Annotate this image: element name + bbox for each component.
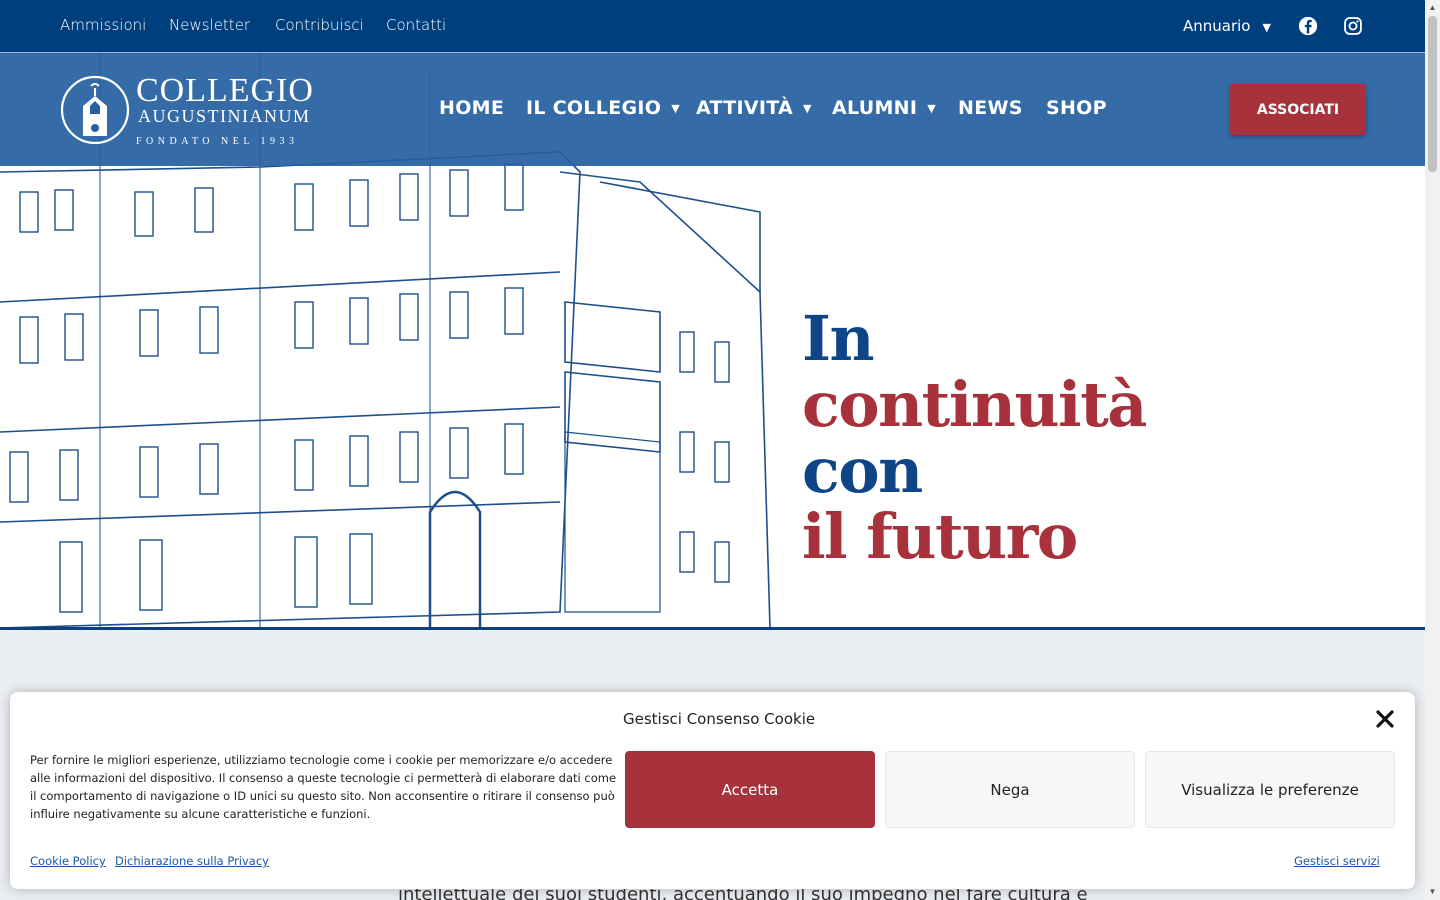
facebook-icon[interactable] <box>1298 16 1318 36</box>
nav-attivita-label: ATTIVITÀ <box>696 97 794 119</box>
link-ammissioni[interactable]: Ammissioni <box>60 16 146 34</box>
hero-title: In continuità con il futuro <box>802 302 1147 573</box>
chevron-down-icon: ▼ <box>803 102 812 115</box>
annuario-label: Annuario <box>1183 17 1251 35</box>
page: In continuità con il futuro intellettual… <box>0 0 1440 900</box>
cookie-description: Per fornire le migliori esperienze, util… <box>30 753 617 821</box>
logo-founded: FONDATO NEL 1933 <box>136 136 299 147</box>
chevron-down-icon: ▼ <box>671 102 680 115</box>
nav-il-collegio-label: IL COLLEGIO <box>526 97 662 119</box>
chevron-down-icon: ▼ <box>927 102 937 115</box>
instagram-icon[interactable] <box>1343 16 1363 36</box>
nav-news[interactable]: NEWS <box>958 97 1023 119</box>
hero-line-4: il futuro <box>802 500 1078 573</box>
nav-alumni-label: ALUMNI <box>832 97 918 119</box>
hero-line-2: continuità <box>802 368 1147 441</box>
manage-services-link[interactable]: Gestisci servizi <box>1294 854 1380 868</box>
scrollbar-thumb[interactable] <box>1428 16 1437 172</box>
nav-alumni[interactable]: ALUMNI ▼ <box>832 97 936 119</box>
view-preferences-button[interactable]: Visualizza le preferenze <box>1145 751 1395 828</box>
logo-emblem-icon <box>60 75 130 144</box>
scroll-down-arrow-icon[interactable]: ▼ <box>1428 887 1437 897</box>
associati-button[interactable]: ASSOCIATI <box>1230 84 1366 135</box>
privacy-statement-link[interactable]: Dichiarazione sulla Privacy <box>115 854 269 868</box>
annuario-dropdown[interactable]: Annuario ▼ <box>1183 17 1271 35</box>
nav-il-collegio[interactable]: IL COLLEGIO ▼ <box>526 97 680 119</box>
deny-button[interactable]: Nega <box>885 751 1135 828</box>
site-logo[interactable]: COLLEGIO AUGUSTINIANUM FONDATO NEL 1933 <box>60 74 320 150</box>
accept-button[interactable]: Accetta <box>625 751 875 828</box>
scroll-up-arrow-icon[interactable]: ▲ <box>1428 3 1437 13</box>
link-newsletter[interactable]: Newsletter <box>169 16 250 34</box>
hero-line-1: In <box>802 302 875 375</box>
link-contatti[interactable]: Contatti <box>386 16 446 34</box>
chevron-down-icon: ▼ <box>1262 21 1271 34</box>
nav-shop[interactable]: SHOP <box>1046 97 1107 119</box>
close-icon[interactable] <box>1374 708 1396 730</box>
nav-attivita[interactable]: ATTIVITÀ ▼ <box>696 97 812 119</box>
cookie-title: Gestisci Consenso Cookie <box>623 710 816 728</box>
link-contribuisci[interactable]: Contribuisci <box>275 16 364 34</box>
cookie-consent-banner: Gestisci Consenso Cookie Per fornire le … <box>10 692 1415 889</box>
hero-line-3: con <box>802 434 923 507</box>
logo-subtitle: AUGUSTINIANUM <box>138 106 311 126</box>
cookie-policy-link[interactable]: Cookie Policy <box>30 854 106 868</box>
logo-name: COLLEGIO <box>136 72 314 109</box>
top-bar: Ammissioni Newsletter Contribuisci Conta… <box>0 0 1425 52</box>
nav-home[interactable]: HOME <box>439 97 504 119</box>
